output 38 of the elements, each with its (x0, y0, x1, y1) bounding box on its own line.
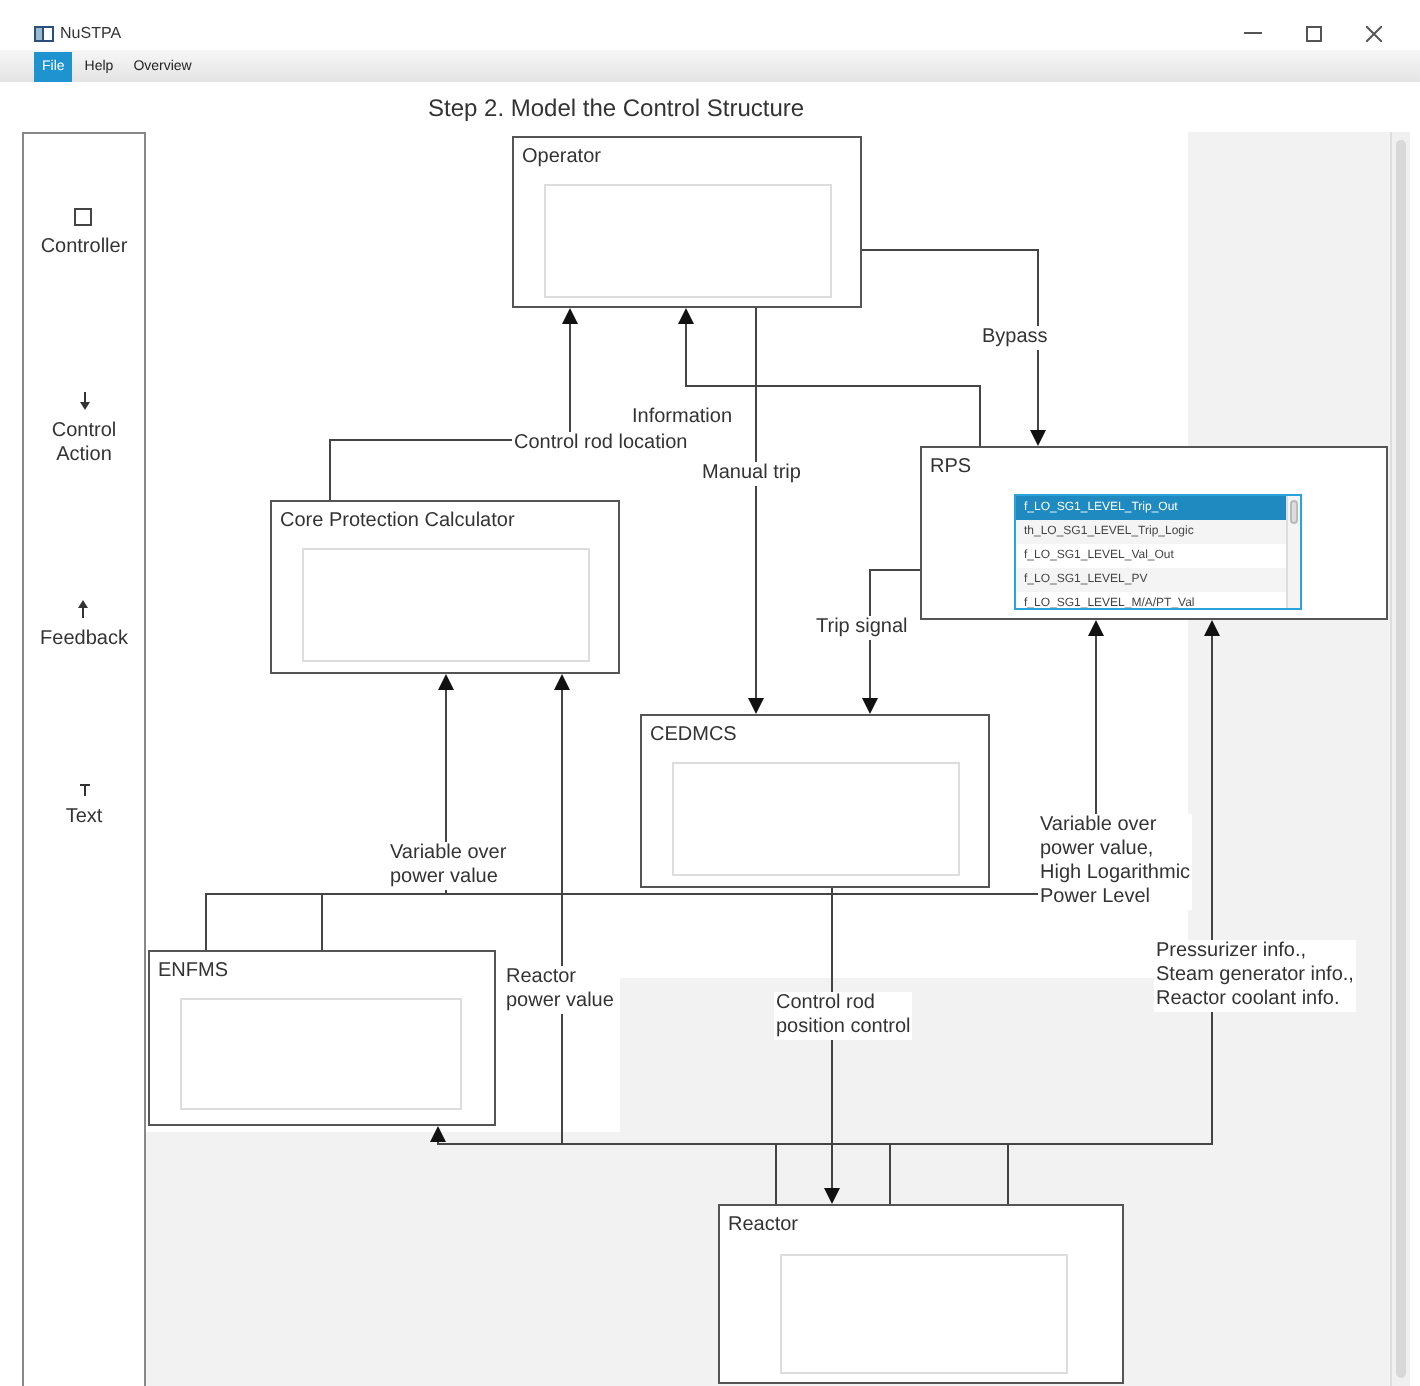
close-icon[interactable] (1366, 25, 1382, 41)
controller-box[interactable]: ENFMS (148, 950, 496, 1126)
page-heading: Step 2. Model the Control Structure (428, 91, 805, 125)
controller-box[interactable]: Reactor (718, 1204, 1124, 1384)
palette-tool[interactable]: Feedback (40, 600, 128, 652)
palette-tool[interactable]: Control Action (51, 392, 117, 468)
node-title: Core Protection Calculator (280, 508, 515, 536)
controller-box[interactable]: Core Protection Calculator (270, 500, 620, 674)
connector-label: Bypass (980, 326, 1050, 350)
controller-box[interactable]: CEDMCS (640, 714, 990, 888)
node-title: RPS (930, 454, 972, 482)
scrollbar[interactable] (1390, 132, 1410, 1386)
scrollbar[interactable] (1286, 496, 1300, 608)
connector-label: Pressurizer info., Steam generator info., Reactor coolant info. (1154, 940, 1356, 1012)
tool-label: Text (65, 806, 103, 830)
window-title: NuSTPA (60, 21, 122, 45)
tool-label: Control Action (51, 420, 117, 468)
node-title: Operator (522, 144, 601, 172)
connector-label: Trip signal (814, 616, 910, 640)
maximize-icon[interactable] (1306, 25, 1322, 41)
node-title: CEDMCS (650, 722, 737, 750)
connector-label: Control rod position control (774, 992, 913, 1040)
node-title: Reactor (728, 1212, 799, 1240)
palette-tool[interactable]: Controller (40, 208, 128, 260)
down-arrow-icon (79, 392, 89, 410)
text-tool-icon (79, 784, 89, 796)
tool-label: Controller (40, 236, 128, 260)
up-arrow-icon (78, 600, 89, 618)
square-icon (74, 208, 93, 226)
connector-label: Variable over power value (388, 842, 509, 890)
tool-label: Feedback (40, 628, 128, 652)
controller-box[interactable]: Operator (512, 136, 862, 308)
connector-label: Variable over power value, High Logarithmic Power Level (1038, 814, 1193, 910)
connector-label: Reactor power value (504, 966, 616, 1014)
app-icon (34, 25, 54, 41)
node-title: ENFMS (158, 958, 228, 986)
palette-tool[interactable]: Text (65, 784, 103, 830)
connector-label: Manual trip (700, 462, 803, 486)
